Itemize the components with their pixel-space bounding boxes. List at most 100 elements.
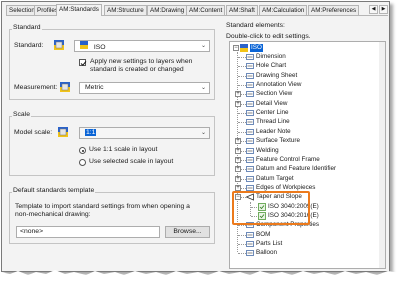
hole-chart-icon <box>246 62 254 70</box>
standard-dropdown[interactable]: ISO ⌄ <box>74 40 210 52</box>
checkmark-icon <box>80 61 87 66</box>
center-line-icon <box>246 109 254 117</box>
measurement-dropdown[interactable]: Metric ⌄ <box>79 82 210 94</box>
measurement-label: Measurement: <box>14 84 58 91</box>
chevron-down-icon: ⌄ <box>200 130 206 136</box>
tree-root-label: ISO <box>250 44 263 52</box>
bom-icon <box>246 231 254 239</box>
expand-toggle[interactable]: + <box>235 184 241 191</box>
tree-item-label: Datum Target <box>256 174 294 182</box>
tab-am-standards[interactable]: AM:Standards <box>56 4 102 16</box>
leader-note-icon <box>246 128 254 136</box>
tree-connector <box>238 113 246 115</box>
balloon-icon <box>246 249 254 257</box>
standard-elements-hint: Double-click to edit settings. <box>226 33 311 40</box>
tree-connector <box>238 122 246 124</box>
tree-item-label: Parts List <box>256 240 283 247</box>
expand-toggle[interactable]: + <box>235 175 241 182</box>
model-scale-value: 1:1 <box>85 129 97 136</box>
radio-use-1to1-scale[interactable] <box>79 147 86 154</box>
radio-use-selected-scale[interactable] <box>79 159 86 166</box>
tree-item-label: Leader Note <box>256 127 291 135</box>
apply-settings-label-line1: Apply new settings to layers when <box>90 58 193 65</box>
tree-item-label: Welding <box>256 146 279 154</box>
chevron-down-icon: ⌄ <box>200 85 206 91</box>
radio-use-1to1-label: Use 1:1 scale in layout <box>89 146 158 153</box>
expand-toggle[interactable]: + <box>235 91 241 98</box>
tree-connector <box>238 234 246 236</box>
root-collapse-toggle[interactable]: − <box>233 45 239 51</box>
tree-connector <box>238 57 246 58</box>
measurement-value: Metric <box>85 84 104 91</box>
tab-am-drawing[interactable]: AM:Drawing <box>147 5 188 15</box>
tab-am-calculation[interactable]: AM:Calculation <box>259 5 308 15</box>
tab-am-preferences[interactable]: AM:Preferences <box>308 5 360 15</box>
drawing-sheet-icon <box>246 72 254 80</box>
measurement-icon <box>60 82 70 94</box>
expand-toggle[interactable]: + <box>235 100 241 107</box>
tree-item-label: Detail View <box>256 99 288 107</box>
iso-standard-icon <box>54 40 64 52</box>
surface-texture-icon <box>246 137 254 145</box>
tab-am-shaft[interactable]: AM:Shaft <box>226 5 258 15</box>
tree-item-label: Surface Texture <box>256 137 300 145</box>
tab-bar: Selection Profiles AM:Standards AM:Struc… <box>6 4 390 16</box>
tree-connector <box>238 75 246 77</box>
tab-am-structure[interactable]: AM:Structure <box>104 5 147 15</box>
standard-elements-title: Standard elements: <box>226 22 285 29</box>
tree-scrollbar[interactable] <box>379 42 385 268</box>
tree-connector <box>238 225 246 227</box>
tree-connector <box>238 85 246 87</box>
tree-item-label: BOM <box>256 230 271 238</box>
template-group-title: Default standards template <box>12 187 96 194</box>
tab-scroll-left-icon[interactable]: ◀ <box>369 5 378 14</box>
browse-button[interactable]: Browse... <box>165 226 210 238</box>
feature-control-frame-icon <box>246 156 254 164</box>
apply-settings-label-line2: standard is created or changed <box>90 66 184 73</box>
datum-target-icon <box>246 175 254 183</box>
tree-item-label: Hole Chart <box>256 62 287 70</box>
standard-elements-tree[interactable]: − ISO Dimension Hole Chart Drawing Sheet An… <box>229 41 386 269</box>
tree-item-label: Datum and Feature Identifier <box>256 165 337 173</box>
apply-settings-checkbox[interactable] <box>79 59 87 66</box>
standard-value: ISO <box>93 43 106 51</box>
scale-group-title: Scale <box>12 111 32 118</box>
parts-list-icon <box>246 240 254 248</box>
model-scale-label: Model scale: <box>14 129 53 136</box>
tree-connector <box>238 253 246 255</box>
tab-scroll-right-icon[interactable]: ▶ <box>379 5 388 14</box>
welding-icon <box>246 147 254 155</box>
datum-feature-identifier-icon <box>246 165 254 173</box>
expand-toggle[interactable]: + <box>235 138 241 145</box>
tree-item-label: Section View <box>256 90 293 98</box>
tree-item-label: Balloon <box>256 249 278 257</box>
iso-flag-icon <box>80 41 88 53</box>
template-path-input[interactable]: <none> <box>16 226 160 238</box>
expand-toggle[interactable]: + <box>235 166 241 173</box>
torn-edge <box>0 270 400 281</box>
tree-item-label: Center Line <box>256 109 289 117</box>
options-dialog: Selection Profiles AM:Standards AM:Struc… <box>1 1 390 272</box>
dimension-icon <box>246 53 254 61</box>
template-description-line2: non-mechanical drawing: <box>15 211 91 218</box>
standard-label: Standard: <box>14 42 44 49</box>
expand-toggle[interactable]: + <box>235 147 241 154</box>
template-description-line1: Template to import standard settings fro… <box>15 203 190 210</box>
tree-item-label: Drawing Sheet <box>256 71 298 79</box>
tree-connector <box>238 244 246 245</box>
radio-use-selected-label: Use selected scale in layout <box>89 158 174 165</box>
tree-item-label: Dimension <box>256 53 286 60</box>
tree-item-label: Feature Control Frame <box>256 155 320 163</box>
section-view-icon <box>246 90 254 98</box>
model-scale-dropdown[interactable]: 1:1 ⌄ <box>79 127 210 139</box>
scale-icon <box>58 127 68 139</box>
expand-toggle[interactable]: + <box>235 156 241 163</box>
tree-item-label: Annotation View <box>256 81 302 89</box>
tab-am-content[interactable]: AM:Content <box>186 5 226 15</box>
tree-connector <box>238 66 246 68</box>
chevron-down-icon: ⌄ <box>200 43 206 49</box>
tree-item-label: Thread Line <box>256 118 290 126</box>
annotation-view-icon <box>246 81 254 89</box>
thread-line-icon <box>246 118 254 126</box>
taper-slope-highlight <box>232 191 310 225</box>
